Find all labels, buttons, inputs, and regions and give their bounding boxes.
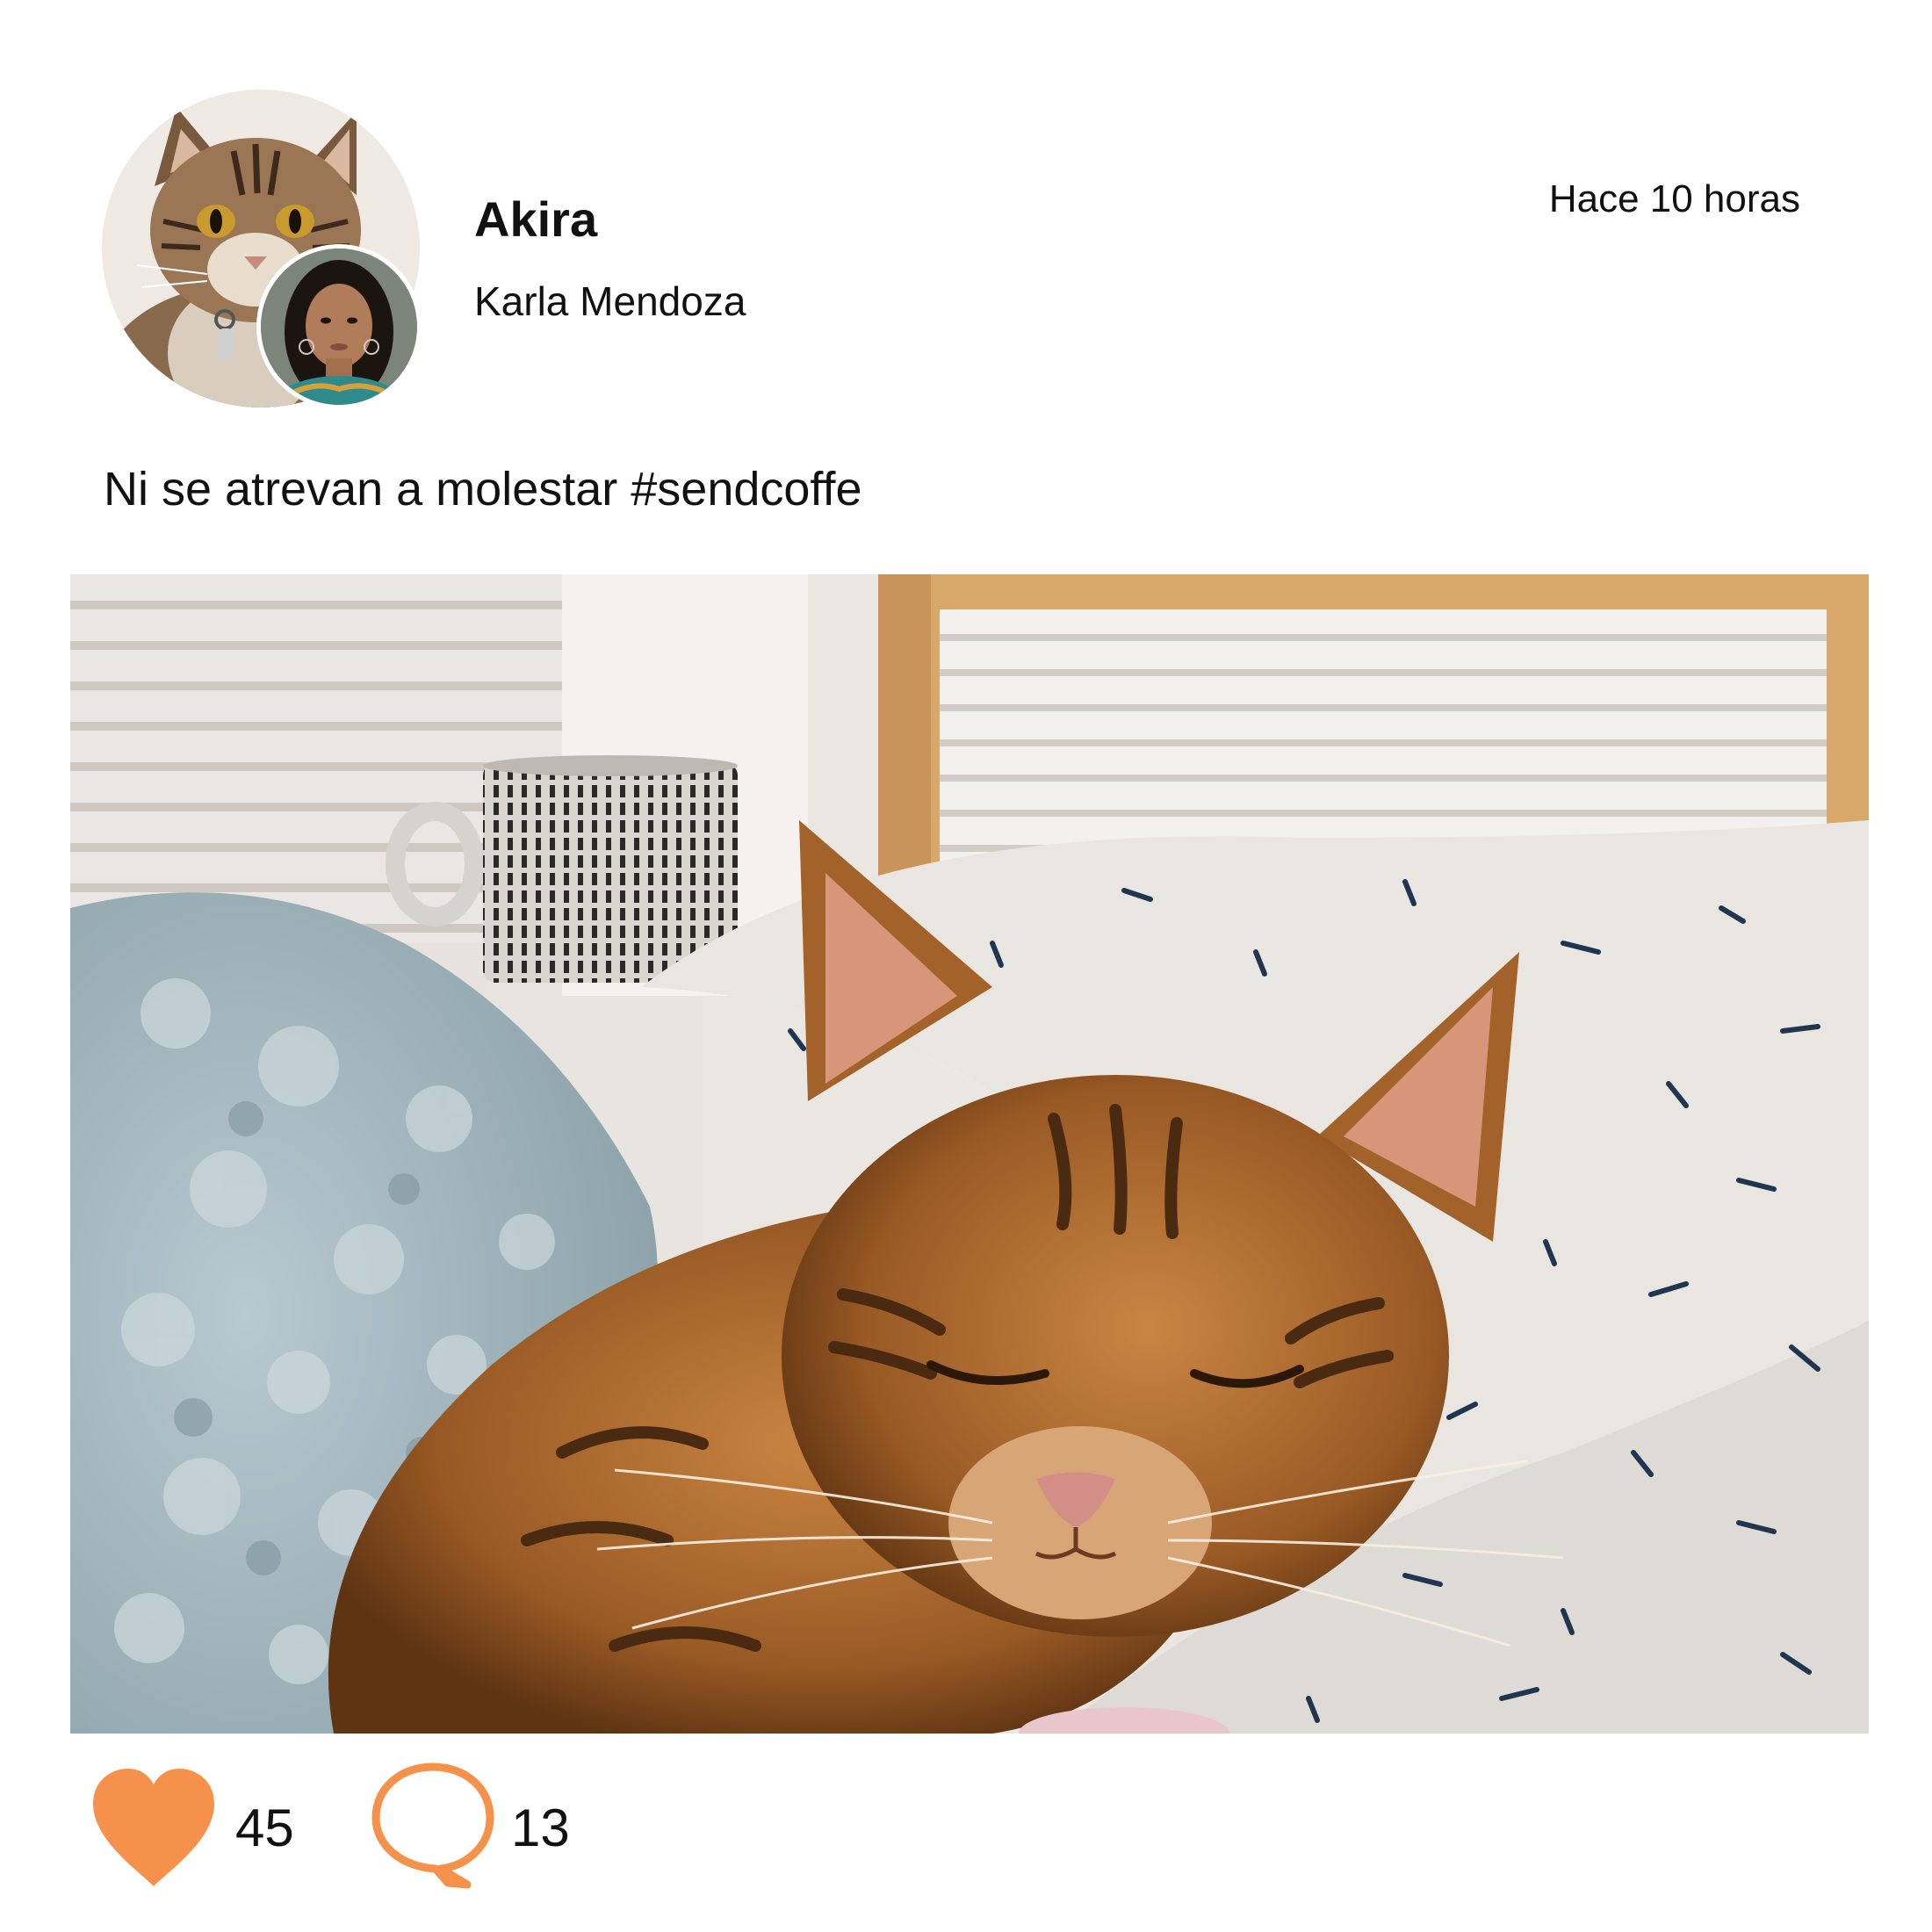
post-photo[interactable] (70, 574, 1869, 1734)
owner-name[interactable]: Karla Mendoza (474, 281, 746, 321)
post-timestamp: Hace 10 horas (1548, 177, 1800, 220)
comment-count: 13 (511, 1799, 570, 1857)
post-card: Akira Karla Mendoza Hace 10 horas Ni se … (0, 0, 1932, 1932)
speech-bubble-icon (371, 1763, 494, 1889)
like-count: 45 (235, 1799, 294, 1857)
owner-avatar[interactable] (256, 244, 422, 409)
pet-name[interactable]: Akira (474, 195, 597, 244)
post-caption: Ni se atrevan a molestar #sendcoffe (104, 463, 862, 515)
comment-button[interactable] (367, 1758, 499, 1890)
heart-icon (93, 1769, 214, 1886)
like-button[interactable] (88, 1765, 220, 1888)
